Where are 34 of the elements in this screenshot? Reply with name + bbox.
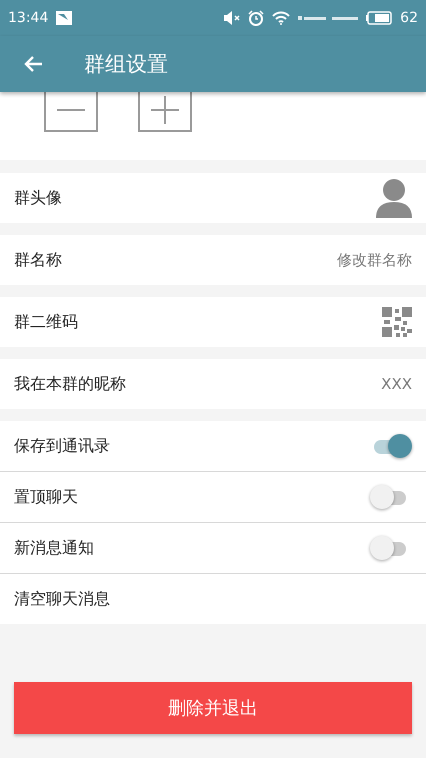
settings-row[interactable]: 新消息通知	[0, 522, 426, 573]
settings-row[interactable]: 我在本群的昵称 XXX	[0, 359, 426, 409]
image-icon	[56, 11, 72, 25]
plus-icon	[151, 96, 179, 124]
screen-title: 群组设置	[84, 51, 168, 78]
row-value: 修改群名称	[337, 250, 412, 270]
battery-level: 62	[400, 10, 418, 26]
row-label: 置顶聊天	[14, 486, 79, 508]
row-label: 清空聊天消息	[14, 588, 111, 610]
qr-code-icon[interactable]	[382, 307, 412, 337]
battery-icon	[366, 11, 392, 25]
settings-row[interactable]: 置顶聊天	[0, 471, 426, 522]
row-value: XXX	[381, 375, 412, 393]
row-label: 群名称	[14, 250, 63, 270]
row-label: 新消息通知	[14, 538, 95, 558]
mute-icon	[224, 11, 240, 25]
signal-icon	[298, 15, 358, 21]
delete-and-exit-button[interactable]: 删除并退出	[14, 682, 412, 734]
row-label: 我在本群的昵称	[14, 374, 127, 394]
row-label: 群二维码	[14, 312, 79, 332]
settings-row[interactable]: 保存到通讯录	[0, 421, 426, 471]
settings-row[interactable]: 清空聊天消息	[0, 573, 426, 624]
status-time: 13:44	[8, 10, 48, 26]
row-label: 群头像	[14, 188, 63, 208]
person-icon	[376, 178, 412, 218]
settings-row[interactable]: 群名称 修改群名称	[0, 235, 426, 285]
alarm-icon	[248, 10, 264, 26]
settings-row[interactable]: 群二维码	[0, 297, 426, 347]
wifi-icon	[272, 11, 290, 25]
settings-row[interactable]: 群头像	[0, 173, 426, 223]
remove-member-button[interactable]	[44, 89, 98, 132]
minus-icon	[57, 108, 85, 112]
add-member-button[interactable]	[138, 89, 192, 132]
row-label: 保存到通讯录	[14, 436, 111, 456]
